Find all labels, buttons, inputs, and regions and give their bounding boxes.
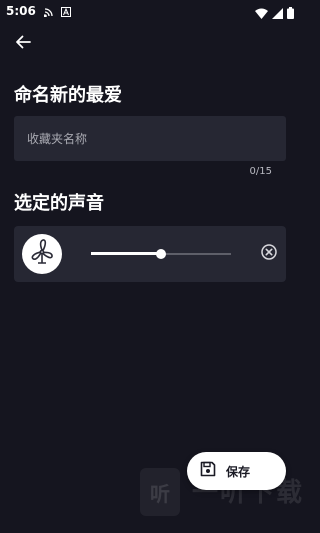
- back-button[interactable]: [10, 30, 36, 56]
- save-button-label: 保存: [226, 464, 251, 479]
- arrow-left-icon: [15, 34, 31, 53]
- close-circle-icon: [261, 244, 277, 264]
- sound-item: [14, 226, 286, 282]
- remove-sound-button[interactable]: [260, 244, 278, 264]
- watermark-logo: 听: [140, 468, 180, 516]
- status-bar: 5:06: [0, 0, 300, 22]
- status-time: 5:06: [6, 4, 36, 18]
- name-section-title: 命名新的最爱: [14, 85, 122, 106]
- save-icon: [200, 461, 216, 481]
- char-counter: 0/15: [249, 166, 272, 177]
- battery-icon: [287, 4, 294, 23]
- favorite-name-field[interactable]: [14, 116, 286, 161]
- volume-slider[interactable]: [91, 246, 231, 262]
- sound-icon: [22, 234, 62, 274]
- signal-icon: [272, 4, 283, 23]
- notification-a-icon: [60, 2, 71, 21]
- fan-icon: [28, 238, 56, 270]
- selected-sounds-title: 选定的声音: [14, 193, 104, 214]
- wifi-icon: [255, 4, 268, 23]
- watermark-logo-text: 听: [150, 481, 170, 506]
- slider-fill: [91, 252, 161, 255]
- slider-thumb[interactable]: [156, 249, 166, 259]
- cast-icon: [43, 2, 55, 21]
- favorite-name-input[interactable]: [14, 116, 286, 161]
- save-button[interactable]: 保存: [187, 452, 286, 490]
